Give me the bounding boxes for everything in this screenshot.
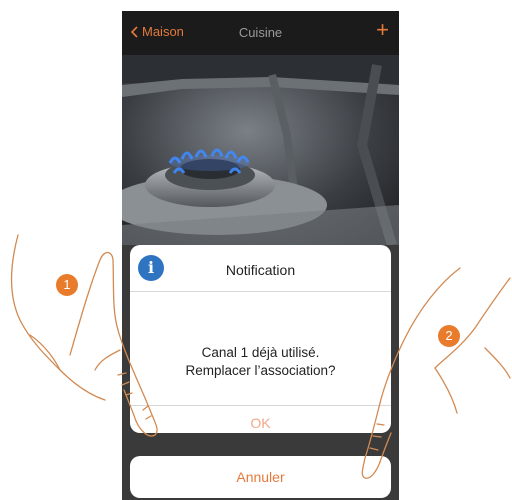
ok-button[interactable]: OK <box>130 415 391 433</box>
message-line-2: Remplacer l’association? <box>185 363 336 378</box>
page-title: Cuisine <box>238 25 283 40</box>
kitchen-stove-photo <box>122 55 399 245</box>
navigation-bar: Maison Cuisine + <box>122 11 399 55</box>
callout-badge-2: 2 <box>438 325 460 347</box>
title-divider <box>130 291 391 292</box>
add-button[interactable]: + <box>376 19 389 41</box>
notification-dialog: i Notification Canal 1 déjà utilisé. Rem… <box>130 245 391 433</box>
callout-badge-1: 1 <box>56 274 78 296</box>
plus-icon: + <box>376 17 389 42</box>
cancel-button[interactable]: Annuler <box>130 456 391 498</box>
dialog-message: Canal 1 déjà utilisé. Remplacer l’associ… <box>140 344 381 380</box>
dialog-title: Notification <box>225 262 296 278</box>
message-line-1: Canal 1 déjà utilisé. <box>201 345 320 360</box>
button-divider <box>130 405 391 406</box>
